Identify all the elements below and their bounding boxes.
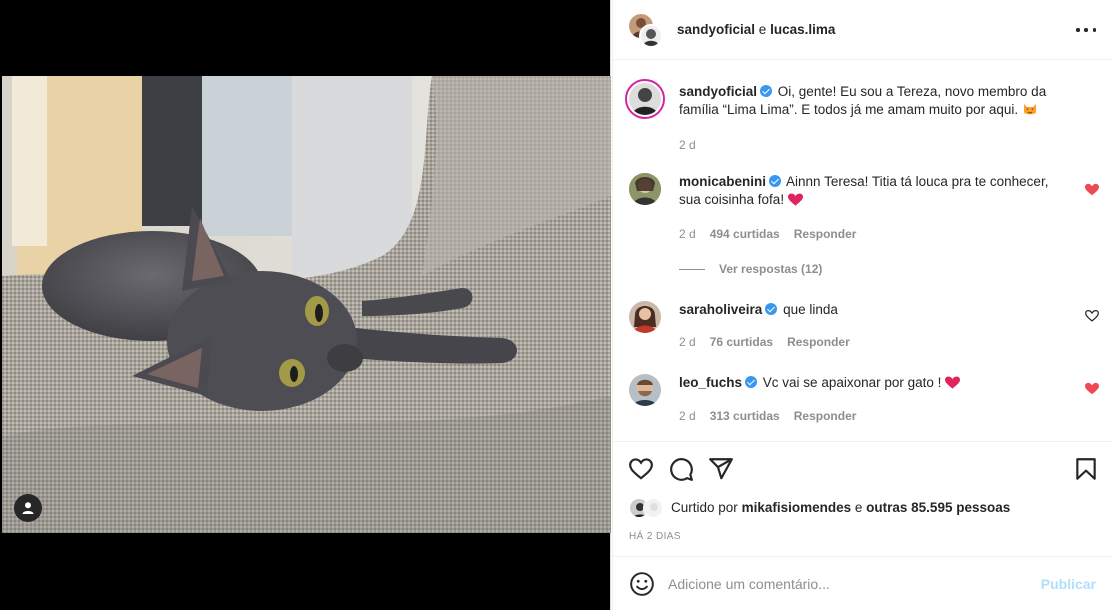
avatar: [639, 24, 663, 48]
caption-username[interactable]: sandyoficial: [679, 84, 757, 99]
comment-item: leo_fuchs Vc vai se apaixonar por gato !…: [629, 374, 1099, 434]
likes-summary: Curtido por mikafisiomendes e outras 85.…: [629, 498, 1089, 518]
comment-username[interactable]: saraholiveira: [679, 302, 762, 317]
more-horizontal-icon[interactable]: [1076, 22, 1096, 38]
avatar[interactable]: [629, 374, 661, 406]
caption: sandyoficial Oi, gente! Eu sou a Tereza,…: [625, 79, 1099, 153]
comment-like-heart-icon[interactable]: [1085, 309, 1099, 323]
reply-button[interactable]: Responder: [794, 227, 857, 241]
comment-meta: 2 d 494 curtidas Responder: [679, 227, 856, 241]
post-photo[interactable]: [2, 76, 611, 533]
verified-badge-icon: [760, 85, 773, 97]
tagged-users-button[interactable]: [14, 494, 42, 522]
avatar[interactable]: [629, 173, 661, 205]
comment-username[interactable]: leo_fuchs: [679, 375, 742, 390]
comment-text: que linda: [783, 302, 838, 317]
smiling-cat-heart-eyes-icon: [1023, 104, 1036, 115]
comment-time: 2 d: [679, 335, 696, 349]
comment-item: monicabenini Ainnn Teresa! Titia tá louc…: [629, 173, 1099, 243]
post-timestamp[interactable]: HÁ 2 DIAS: [629, 531, 681, 542]
comment-time: 2 d: [679, 227, 696, 241]
add-comment-bar: Publicar: [613, 556, 1113, 610]
red-heart-icon: [787, 193, 803, 206]
comment-time: 2 d: [679, 409, 696, 423]
author-link[interactable]: sandyoficial: [677, 22, 755, 37]
publish-comment-button[interactable]: Publicar: [1041, 576, 1096, 592]
emoji-picker-icon[interactable]: [629, 571, 655, 597]
comment-likes[interactable]: 494 curtidas: [710, 227, 780, 241]
reply-button[interactable]: Responder: [787, 335, 850, 349]
comment-item: saraholiveira que linda 2 d 76 curtidas Re…: [629, 301, 1099, 361]
author-link[interactable]: lucas.lima: [770, 22, 835, 37]
likes-others-link[interactable]: outras 85.595 pessoas: [866, 500, 1010, 515]
comment-likes[interactable]: 76 curtidas: [710, 335, 773, 349]
post-actions: Curtido por mikafisiomendes e outras 85.…: [613, 441, 1113, 556]
avatar: [643, 498, 663, 518]
post-panel: sandyoficial e lucas.lima sandyoficial O…: [612, 0, 1113, 610]
comment-meta: 2 d 313 curtidas Responder: [679, 409, 856, 423]
replies-divider: [679, 268, 705, 270]
verified-badge-icon: [745, 376, 758, 388]
comment-like-heart-icon[interactable]: [1085, 183, 1099, 197]
post-media: [0, 0, 611, 610]
user-icon: [22, 502, 34, 514]
red-heart-icon: [945, 376, 961, 389]
post-header: sandyoficial e lucas.lima: [613, 0, 1113, 60]
verified-badge-icon: [765, 303, 778, 315]
likes-middle: e: [854, 500, 863, 515]
comment-likes[interactable]: 313 curtidas: [710, 409, 780, 423]
likes-prefix: Curtido por: [671, 500, 738, 515]
post-authors: sandyoficial e lucas.lima: [677, 22, 835, 37]
collab-avatars[interactable]: [629, 14, 663, 48]
comments-list[interactable]: sandyoficial Oi, gente! Eu sou a Tereza,…: [613, 61, 1113, 440]
like-heart-icon[interactable]: [628, 456, 654, 482]
likes-user-link[interactable]: mikafisiomendes: [742, 500, 852, 515]
comment-icon[interactable]: [668, 456, 694, 482]
view-replies-label: Ver respostas (12): [719, 262, 823, 276]
avatar[interactable]: [625, 79, 665, 119]
comment-meta: 2 d 76 curtidas Responder: [679, 335, 850, 349]
comment-input[interactable]: [668, 574, 1028, 594]
share-send-icon[interactable]: [708, 456, 734, 482]
verified-badge-icon: [769, 175, 782, 187]
caption-time: 2 d: [679, 138, 696, 152]
bookmark-save-icon[interactable]: [1073, 456, 1099, 482]
reply-button[interactable]: Responder: [794, 409, 857, 423]
view-replies-button[interactable]: Ver respostas (12): [679, 262, 822, 276]
comment-username[interactable]: monicabenini: [679, 174, 766, 189]
comment-text: Vc vai se apaixonar por gato !: [762, 375, 942, 390]
authors-separator: e: [758, 22, 767, 37]
comment-like-heart-icon[interactable]: [1085, 382, 1099, 396]
avatar[interactable]: [629, 301, 661, 333]
